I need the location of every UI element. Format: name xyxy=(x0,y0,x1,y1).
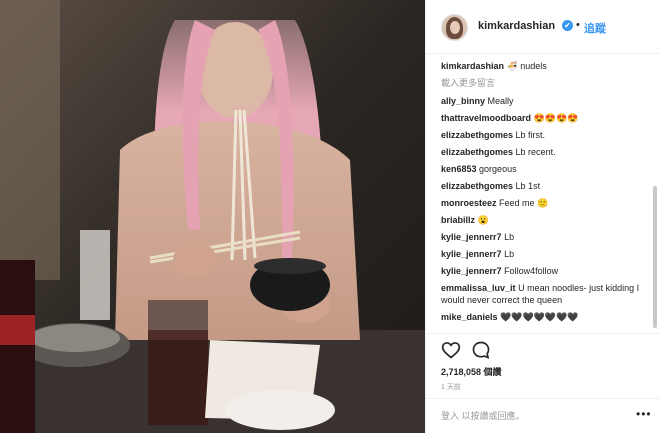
caption-text: 🍜 nudels xyxy=(506,61,547,71)
heart-icon[interactable] xyxy=(441,340,461,360)
comment-text: Lb 1st xyxy=(515,181,541,191)
login-to-comment-prompt[interactable]: 登入 以按讚或回應。 xyxy=(441,409,525,422)
comment-row: elizzabethgomes Lb 1st xyxy=(441,180,647,192)
post-photo[interactable] xyxy=(0,0,425,433)
comment-row: emmalissa_luv_it U mean noodles- just ki… xyxy=(441,282,647,306)
comment-username[interactable]: ken6853 xyxy=(441,164,477,174)
post-header: kimkardashian ✔ • 追蹤 xyxy=(426,0,660,54)
comment-text: 😮 xyxy=(477,215,489,225)
comment-username[interactable]: mike_daniels xyxy=(441,312,498,322)
comment-row: monroesteez Feed me 🙂 xyxy=(441,197,647,209)
post-actions: 2,718,058 個讚 1 天前 登入 以按讚或回應。 ••• xyxy=(426,333,660,434)
comment-text: Lb recent. xyxy=(515,147,556,157)
comment-username[interactable]: monroesteez xyxy=(441,198,497,208)
comment-text: Lb xyxy=(504,249,515,259)
comment-icon[interactable] xyxy=(471,340,491,360)
comments-scrollbar[interactable] xyxy=(653,186,657,328)
header-username[interactable]: kimkardashian xyxy=(478,20,555,32)
comment-username[interactable]: kylie_jennerr7 xyxy=(441,266,502,276)
add-comment-bar: 登入 以按讚或回應。 ••• xyxy=(426,398,660,435)
comments-list[interactable]: kimkardashian 🍜 nudels 載入更多留言 ally_binny… xyxy=(441,60,647,343)
comment-text: gorgeous xyxy=(479,164,517,174)
comment-row: kylie_jennerr7 Lb xyxy=(441,231,647,243)
separator-dot: • xyxy=(576,19,580,31)
comment-username[interactable]: ally_binny xyxy=(441,96,485,106)
comment-row: ken6853 gorgeous xyxy=(441,163,647,175)
comment-text: Feed me 🙂 xyxy=(499,198,549,208)
verified-badge-icon: ✔ xyxy=(562,20,573,31)
more-options-icon[interactable]: ••• xyxy=(636,407,652,421)
comment-text: Meally xyxy=(487,96,514,106)
photo-illustration xyxy=(0,0,425,433)
comment-row: mike_daniels 🖤🖤🖤🖤🖤🖤🖤 xyxy=(441,311,647,323)
comment-username[interactable]: elizzabethgomes xyxy=(441,181,513,191)
comment-row: kylie_jennerr7 Follow4follow xyxy=(441,265,647,277)
comment-row: briabillz 😮 xyxy=(441,214,647,226)
comment-username[interactable]: emmalissa_luv_it xyxy=(441,283,516,293)
post-side-panel: kimkardashian ✔ • 追蹤 kimkardashian 🍜 nud… xyxy=(425,0,660,433)
comment-username[interactable]: kylie_jennerr7 xyxy=(441,249,502,259)
caption-username[interactable]: kimkardashian xyxy=(441,61,504,71)
comment-row: elizzabethgomes Lb first. xyxy=(441,129,647,141)
comment-row: ally_binny Meally xyxy=(441,95,647,107)
comment-text: Lb xyxy=(504,232,515,242)
comment-username[interactable]: briabillz xyxy=(441,215,475,225)
comment-row: elizzabethgomes Lb recent. xyxy=(441,146,647,158)
avatar[interactable] xyxy=(441,14,468,41)
comment-username[interactable]: elizzabethgomes xyxy=(441,130,513,140)
comment-text: 🖤🖤🖤🖤🖤🖤🖤 xyxy=(500,312,579,322)
comment-row: thattravelmoodboard 😍😍😍😍 xyxy=(441,112,647,124)
post-timestamp[interactable]: 1 天前 xyxy=(441,382,461,392)
load-more-comments-link[interactable]: 載入更多留言 xyxy=(441,77,647,89)
comment-text: Follow4follow xyxy=(504,266,559,276)
comment-text: Lb first. xyxy=(515,130,546,140)
comment-username[interactable]: thattravelmoodboard xyxy=(441,113,531,123)
comment-text: 😍😍😍😍 xyxy=(533,113,579,123)
follow-button[interactable]: 追蹤 xyxy=(584,20,606,36)
caption: kimkardashian 🍜 nudels xyxy=(441,60,647,72)
comment-row: kylie_jennerr7 Lb xyxy=(441,248,647,260)
likes-count[interactable]: 2,718,058 個讚 xyxy=(441,365,502,378)
comment-username[interactable]: kylie_jennerr7 xyxy=(441,232,502,242)
comment-username[interactable]: elizzabethgomes xyxy=(441,147,513,157)
